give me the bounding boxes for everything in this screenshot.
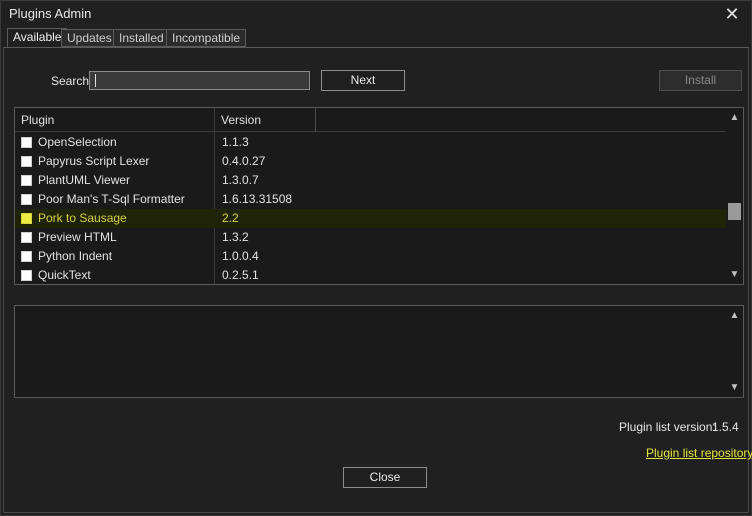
plugin-checkbox[interactable] xyxy=(21,270,32,281)
plugin-name: Papyrus Script Lexer xyxy=(38,154,150,168)
tab-incompatible[interactable]: Incompatible xyxy=(166,29,247,47)
plugin-list-version-value: 1.5.4 xyxy=(712,420,739,434)
scroll-down-icon[interactable]: ▼ xyxy=(726,266,743,283)
plugin-checkbox[interactable] xyxy=(21,156,32,167)
next-button[interactable]: Next xyxy=(321,70,405,91)
plugin-checkbox[interactable] xyxy=(21,213,32,224)
column-header-version[interactable]: Version xyxy=(215,108,316,132)
table-row[interactable]: QuickText 0.2.5.1 xyxy=(15,266,727,284)
scroll-down-icon[interactable]: ▼ xyxy=(726,379,743,396)
table-row[interactable]: OpenSelection 1.1.3 xyxy=(15,133,727,152)
plugin-name: OpenSelection xyxy=(38,135,117,149)
plugin-name: Preview HTML xyxy=(38,230,117,244)
plugin-checkbox[interactable] xyxy=(21,232,32,243)
plugin-name: Poor Man's T-Sql Formatter xyxy=(38,192,185,206)
plugin-version: 0.4.0.27 xyxy=(222,154,266,168)
table-row[interactable]: Poor Man's T-Sql Formatter 1.6.13.31508 xyxy=(15,190,727,209)
plugin-list-repository-link[interactable]: Plugin list repository xyxy=(646,446,752,460)
table-row[interactable]: PlantUML Viewer 1.3.0.7 xyxy=(15,171,727,190)
table-row[interactable]: Preview HTML 1.3.2 xyxy=(15,228,727,247)
list-header: Plugin Version xyxy=(15,108,727,132)
title-bar: Plugins Admin ✕ xyxy=(1,1,751,27)
text-caret xyxy=(95,74,96,87)
search-input[interactable] xyxy=(89,71,310,90)
plugin-version: 1.3.2 xyxy=(222,230,249,244)
tab-available[interactable]: Available xyxy=(7,28,68,48)
plugin-list-version-label: Plugin list version: xyxy=(619,420,716,434)
close-icon[interactable]: ✕ xyxy=(721,3,743,25)
plugin-name: Pork to Sausage xyxy=(38,211,127,225)
plugin-version: 1.6.13.31508 xyxy=(222,192,293,206)
tab-updates[interactable]: Updates xyxy=(61,29,118,47)
window-title: Plugins Admin xyxy=(9,6,92,21)
install-button[interactable]: Install xyxy=(659,70,742,91)
plugin-list[interactable]: Plugin Version OpenSelection 1.1.3 Papyrus… xyxy=(14,107,744,285)
plugin-version: 1.1.3 xyxy=(222,135,249,149)
description-box[interactable]: ▲ ▼ xyxy=(14,305,744,398)
plugin-name: QuickText xyxy=(38,268,91,282)
plugins-admin-window: Plugins Admin ✕ Available Updates Instal… xyxy=(0,0,752,516)
close-button[interactable]: Close xyxy=(343,467,427,488)
plugin-name: PlantUML Viewer xyxy=(38,173,131,187)
plugin-version: 1.0.0.4 xyxy=(222,249,259,263)
plugin-rows: OpenSelection 1.1.3 Papyrus Script Lexer 0.… xyxy=(15,133,727,284)
scroll-up-icon[interactable]: ▲ xyxy=(726,307,743,324)
list-scrollbar[interactable]: ▲ ▼ xyxy=(726,108,743,284)
table-row[interactable]: Papyrus Script Lexer 0.4.0.27 xyxy=(15,152,727,171)
plugin-checkbox[interactable] xyxy=(21,194,32,205)
table-row[interactable]: Pork to Sausage 2.2 xyxy=(15,209,727,228)
plugin-checkbox[interactable] xyxy=(21,251,32,262)
column-header-plugin[interactable]: Plugin xyxy=(15,108,215,132)
plugin-version: 2.2 xyxy=(222,211,239,225)
search-label: Search: xyxy=(51,74,93,88)
plugin-version: 1.3.0.7 xyxy=(222,173,259,187)
description-scrollbar[interactable]: ▲ ▼ xyxy=(726,306,743,397)
plugin-version: 0.2.5.1 xyxy=(222,268,259,282)
plugin-checkbox[interactable] xyxy=(21,137,32,148)
plugin-name: Python Indent xyxy=(38,249,113,263)
tab-installed[interactable]: Installed xyxy=(113,29,170,47)
scroll-thumb[interactable] xyxy=(728,203,741,220)
table-row[interactable]: Python Indent 1.0.0.4 xyxy=(15,247,727,266)
scroll-up-icon[interactable]: ▲ xyxy=(726,109,743,126)
plugin-checkbox[interactable] xyxy=(21,175,32,186)
